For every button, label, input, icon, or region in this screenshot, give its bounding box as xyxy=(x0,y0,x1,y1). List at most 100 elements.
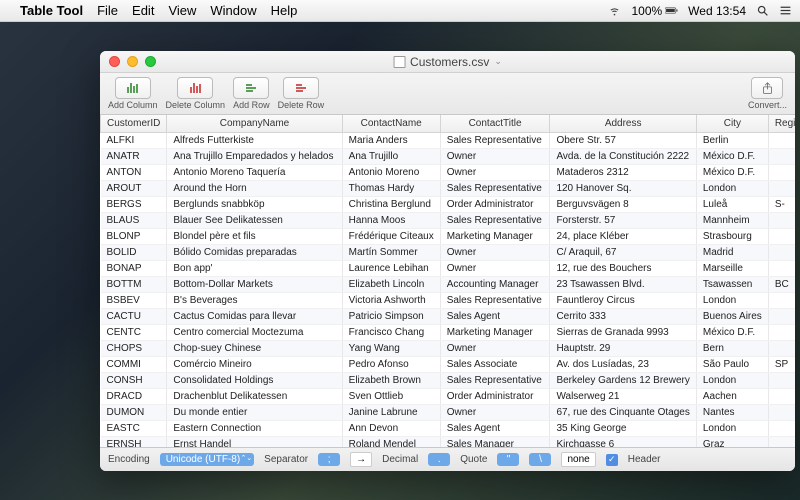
table-row[interactable]: BERGSBerglunds snabbköpChristina Berglun… xyxy=(101,197,796,213)
cell[interactable]: Ernst Handel xyxy=(167,437,342,448)
cell[interactable]: Alfreds Futterkiste xyxy=(167,133,342,149)
cell[interactable]: Buenos Aires xyxy=(696,309,768,325)
cell[interactable]: 35 King George xyxy=(550,421,696,437)
cell[interactable]: Thomas Hardy xyxy=(342,181,440,197)
table-row[interactable]: BLAUSBlauer See DelikatessenHanna MoosSa… xyxy=(101,213,796,229)
cell[interactable] xyxy=(768,437,795,448)
menu-window[interactable]: Window xyxy=(210,3,256,18)
cell[interactable]: Marketing Manager xyxy=(440,229,550,245)
delete-column-button[interactable] xyxy=(177,77,213,99)
cell[interactable]: Berguvsvägen 8 xyxy=(550,197,696,213)
cell[interactable]: Elizabeth Brown xyxy=(342,373,440,389)
cell[interactable] xyxy=(768,229,795,245)
cell[interactable]: Sales Agent xyxy=(440,309,550,325)
cell[interactable]: Cactus Comidas para llevar xyxy=(167,309,342,325)
menu-view[interactable]: View xyxy=(168,3,196,18)
cell[interactable]: Accounting Manager xyxy=(440,277,550,293)
cell[interactable]: Owner xyxy=(440,245,550,261)
column-header[interactable]: Address xyxy=(550,115,696,133)
cell[interactable]: Sales Agent xyxy=(440,421,550,437)
column-header[interactable]: CustomerID xyxy=(101,115,167,133)
cell[interactable]: ERNSH xyxy=(101,437,167,448)
cell[interactable]: Antonio Moreno Taquería xyxy=(167,165,342,181)
cell[interactable] xyxy=(768,341,795,357)
menu-icon[interactable] xyxy=(779,4,792,17)
cell[interactable]: Strasbourg xyxy=(696,229,768,245)
cell[interactable]: 12, rue des Bouchers xyxy=(550,261,696,277)
cell[interactable] xyxy=(768,293,795,309)
cell[interactable]: Christina Berglund xyxy=(342,197,440,213)
cell[interactable]: BERGS xyxy=(101,197,167,213)
cell[interactable]: London xyxy=(696,373,768,389)
cell[interactable]: Owner xyxy=(440,341,550,357)
cell[interactable]: Bottom-Dollar Markets xyxy=(167,277,342,293)
share-button[interactable] xyxy=(751,77,783,99)
cell[interactable] xyxy=(768,389,795,405)
cell[interactable] xyxy=(768,181,795,197)
cell[interactable]: London xyxy=(696,293,768,309)
cell[interactable]: Av. dos Lusíadas, 23 xyxy=(550,357,696,373)
cell[interactable]: London xyxy=(696,421,768,437)
cell[interactable]: Berkeley Gardens 12 Brewery xyxy=(550,373,696,389)
cell[interactable]: COMMI xyxy=(101,357,167,373)
cell[interactable]: Order Administrator xyxy=(440,389,550,405)
window-title[interactable]: Customers.csv ⌄ xyxy=(393,55,502,69)
data-table[interactable]: CustomerIDCompanyNameContactNameContactT… xyxy=(100,115,795,447)
menu-help[interactable]: Help xyxy=(271,3,298,18)
cell[interactable]: Laurence Lebihan xyxy=(342,261,440,277)
wifi-icon[interactable] xyxy=(608,4,621,17)
cell[interactable]: BSBEV xyxy=(101,293,167,309)
cell[interactable]: Elizabeth Lincoln xyxy=(342,277,440,293)
cell[interactable]: Blauer See Delikatessen xyxy=(167,213,342,229)
close-button[interactable] xyxy=(109,56,120,67)
cell[interactable]: Avda. de la Constitución 2222 xyxy=(550,149,696,165)
table-row[interactable]: COMMIComércio MineiroPedro AfonsoSales A… xyxy=(101,357,796,373)
cell[interactable]: Bern xyxy=(696,341,768,357)
cell[interactable] xyxy=(768,133,795,149)
cell[interactable]: Sales Representative xyxy=(440,133,550,149)
cell[interactable]: Patricio Simpson xyxy=(342,309,440,325)
minimize-button[interactable] xyxy=(127,56,138,67)
cell[interactable]: Sven Ottlieb xyxy=(342,389,440,405)
cell[interactable]: Sierras de Granada 9993 xyxy=(550,325,696,341)
cell[interactable]: 120 Hanover Sq. xyxy=(550,181,696,197)
table-row[interactable]: CONSHConsolidated HoldingsElizabeth Brow… xyxy=(101,373,796,389)
cell[interactable]: EASTC xyxy=(101,421,167,437)
cell[interactable]: Mataderos 2312 xyxy=(550,165,696,181)
cell[interactable]: 24, place Kléber xyxy=(550,229,696,245)
column-header[interactable]: City xyxy=(696,115,768,133)
cell[interactable]: Antonio Moreno xyxy=(342,165,440,181)
cell[interactable]: Sales Representative xyxy=(440,293,550,309)
cell[interactable]: Fauntleroy Circus xyxy=(550,293,696,309)
cell[interactable]: Ann Devon xyxy=(342,421,440,437)
cell[interactable]: 23 Tsawassen Blvd. xyxy=(550,277,696,293)
cell[interactable]: DRACD xyxy=(101,389,167,405)
cell[interactable]: México D.F. xyxy=(696,165,768,181)
table-row[interactable]: ANTONAntonio Moreno TaqueríaAntonio More… xyxy=(101,165,796,181)
cell[interactable]: BOTTM xyxy=(101,277,167,293)
table-row[interactable]: ALFKIAlfreds FutterkisteMaria AndersSale… xyxy=(101,133,796,149)
cell[interactable]: Marketing Manager xyxy=(440,325,550,341)
cell[interactable]: AROUT xyxy=(101,181,167,197)
table-row[interactable]: BOTTMBottom-Dollar MarketsElizabeth Linc… xyxy=(101,277,796,293)
cell[interactable] xyxy=(768,325,795,341)
delete-row-button[interactable] xyxy=(283,77,319,99)
cell[interactable]: Pedro Afonso xyxy=(342,357,440,373)
encoding-select[interactable]: Unicode (UTF-8) xyxy=(160,453,254,466)
cell[interactable]: Around the Horn xyxy=(167,181,342,197)
cell[interactable]: Madrid xyxy=(696,245,768,261)
cell[interactable]: Cerrito 333 xyxy=(550,309,696,325)
cell[interactable]: S- xyxy=(768,197,795,213)
table-row[interactable]: CENTCCentro comercial MoctezumaFrancisco… xyxy=(101,325,796,341)
cell[interactable]: CACTU xyxy=(101,309,167,325)
cell[interactable]: CHOPS xyxy=(101,341,167,357)
table-row[interactable]: DUMONDu monde entierJanine LabruneOwner6… xyxy=(101,405,796,421)
cell[interactable]: Owner xyxy=(440,149,550,165)
table-row[interactable]: BOLIDBólido Comidas preparadasMartín Som… xyxy=(101,245,796,261)
cell[interactable]: México D.F. xyxy=(696,149,768,165)
quote-select[interactable]: " xyxy=(497,453,519,466)
column-header[interactable]: Region xyxy=(768,115,795,133)
cell[interactable]: Berglunds snabbköp xyxy=(167,197,342,213)
cell[interactable]: London xyxy=(696,181,768,197)
table-row[interactable]: ANATRAna Trujillo Emparedados y heladosA… xyxy=(101,149,796,165)
